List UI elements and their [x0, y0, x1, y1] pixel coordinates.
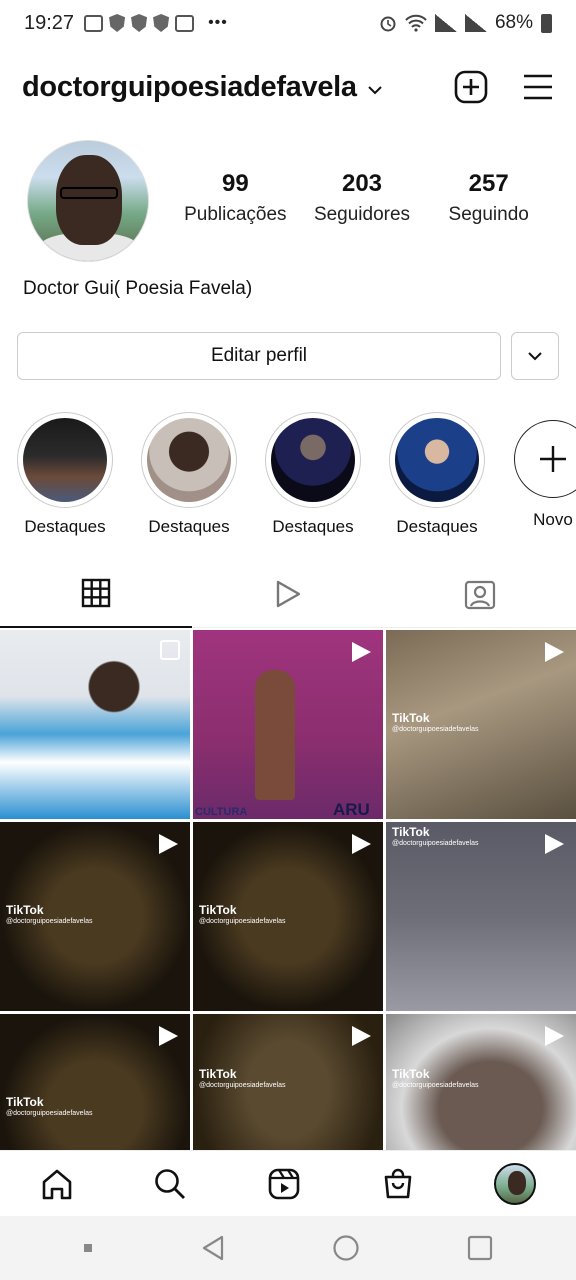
new-highlight[interactable]: Novo — [513, 412, 576, 537]
tiktok-watermark: TikTok @doctorguipoesiadefavelas — [392, 711, 479, 733]
post-thumbnail[interactable]: CULTURA ARU — [193, 630, 383, 819]
overview-square-icon[interactable] — [467, 1235, 493, 1261]
following-label: Seguindo — [448, 204, 529, 225]
display-name: Doctor Gui( Poesia Favela) — [23, 278, 253, 299]
video-play-icon — [159, 834, 178, 854]
followers-stat[interactable]: 203 Seguidores — [299, 170, 426, 226]
video-play-icon — [545, 834, 564, 854]
video-play-icon — [352, 1026, 371, 1046]
status-time: 19:27 — [24, 11, 75, 34]
tab-posts-grid[interactable] — [0, 560, 192, 628]
recents-dot-icon[interactable] — [83, 1243, 93, 1253]
username[interactable]: doctorguipoesiadefavela — [22, 71, 357, 104]
post-thumbnail[interactable]: TikTok @doctorguipoesiadefavelas — [386, 630, 576, 819]
signal-icon — [434, 14, 457, 32]
tiktok-watermark: TikTok @doctorguipoesiadefavelas — [6, 1095, 93, 1117]
battery-icon — [541, 13, 552, 33]
following-stat[interactable]: 257 Seguindo — [425, 170, 552, 226]
home-icon[interactable] — [40, 1167, 74, 1201]
highlight-cover — [147, 418, 231, 502]
image-icon — [175, 14, 195, 32]
highlight-cover — [271, 418, 355, 502]
alarm-icon — [380, 16, 396, 32]
reels-play-icon — [276, 580, 301, 607]
suggestions-dropdown-button[interactable] — [511, 332, 559, 380]
profile-stats: 99 Publicações 203 Seguidores 257 Seguin… — [172, 170, 552, 226]
tagged-user-icon — [464, 580, 496, 609]
bottom-navigation — [0, 1150, 576, 1216]
add-highlight-button[interactable] — [514, 420, 576, 498]
message-icon — [84, 14, 104, 32]
shield-icon — [131, 14, 148, 32]
followers-count: 203 — [341, 170, 383, 197]
post-thumbnail[interactable]: TikTok @doctorguipoesiadefavelas — [0, 822, 190, 1011]
highlight-cover — [23, 418, 107, 502]
more-notifications-icon: ••• — [208, 14, 228, 31]
tiktok-watermark: TikTok @doctorguipoesiadefavelas — [392, 825, 479, 847]
posts-label: Publicações — [184, 204, 287, 225]
overlay-text: ARU — [333, 800, 370, 819]
highlight-item[interactable]: Destaques — [17, 412, 113, 537]
tab-reels[interactable] — [192, 560, 384, 628]
grid-icon — [81, 578, 111, 608]
profile-tabs — [0, 560, 576, 628]
tiktok-watermark: TikTok @doctorguipoesiadefavelas — [6, 903, 93, 925]
home-circle-icon[interactable] — [332, 1234, 360, 1262]
battery-percent: 68% — [494, 12, 533, 33]
highlight-label: Destaques — [396, 517, 478, 536]
highlight-label: Destaques — [24, 517, 106, 536]
followers-label: Seguidores — [313, 204, 411, 225]
tiktok-watermark: TikTok @doctorguipoesiadefavelas — [392, 1067, 479, 1089]
chevron-down-icon[interactable] — [367, 85, 383, 95]
highlight-label: Novo — [533, 510, 573, 529]
status-bar: 19:27 ••• 68% — [0, 0, 576, 46]
profile-avatar-tab[interactable] — [494, 1162, 537, 1205]
menu-icon[interactable] — [522, 73, 554, 101]
edit-profile-button[interactable]: Editar perfil — [17, 332, 501, 380]
highlight-label: Destaques — [272, 517, 354, 536]
signal-icon — [464, 14, 487, 32]
plus-icon — [540, 446, 566, 472]
wifi-icon — [405, 14, 427, 32]
highlight-cover — [395, 418, 479, 502]
video-play-icon — [159, 1026, 178, 1046]
system-navigation-bar — [0, 1216, 576, 1280]
notification-icons: ••• — [84, 14, 228, 32]
post-thumbnail[interactable]: TikTok @doctorguipoesiadefavelas — [386, 822, 576, 1011]
post-thumbnail[interactable] — [0, 630, 190, 819]
back-icon[interactable] — [200, 1234, 226, 1262]
video-play-icon — [352, 834, 371, 854]
following-count: 257 — [468, 170, 509, 197]
posts-stat[interactable]: 99 Publicações — [172, 170, 299, 226]
video-play-icon — [352, 642, 371, 662]
shield-icon — [153, 14, 170, 32]
post-thumbnail[interactable]: TikTok @doctorguipoesiadefavelas — [193, 822, 383, 1011]
highlight-label: Destaques — [148, 517, 230, 536]
reels-icon[interactable] — [267, 1167, 301, 1201]
create-post-icon[interactable] — [454, 70, 488, 104]
posts-grid: CULTURA ARU TikTok @doctorguipoesiadefave… — [0, 630, 576, 1203]
video-play-icon — [545, 1026, 564, 1046]
profile-actions: Editar perfil — [17, 332, 559, 380]
overlay-text: CULTURA — [195, 806, 248, 818]
carousel-icon — [160, 640, 180, 660]
video-play-icon — [545, 642, 564, 662]
profile-header: doctorguipoesiadefavela — [0, 62, 576, 112]
tiktok-watermark: TikTok @doctorguipoesiadefavelas — [199, 1067, 286, 1089]
tiktok-watermark: TikTok @doctorguipoesiadefavelas — [199, 903, 286, 925]
highlight-item[interactable]: Destaques — [265, 412, 361, 537]
highlight-item[interactable]: Destaques — [141, 412, 237, 537]
profile-avatar[interactable] — [27, 140, 149, 262]
shop-icon[interactable] — [381, 1167, 415, 1201]
tab-tagged[interactable] — [384, 560, 576, 628]
search-icon[interactable] — [153, 1167, 187, 1201]
chevron-down-icon — [528, 352, 542, 361]
story-highlights: Destaques Destaques Destaques Destaques … — [17, 412, 576, 537]
shield-icon — [109, 14, 126, 32]
posts-count: 99 — [221, 170, 249, 197]
highlight-item[interactable]: Destaques — [389, 412, 485, 537]
